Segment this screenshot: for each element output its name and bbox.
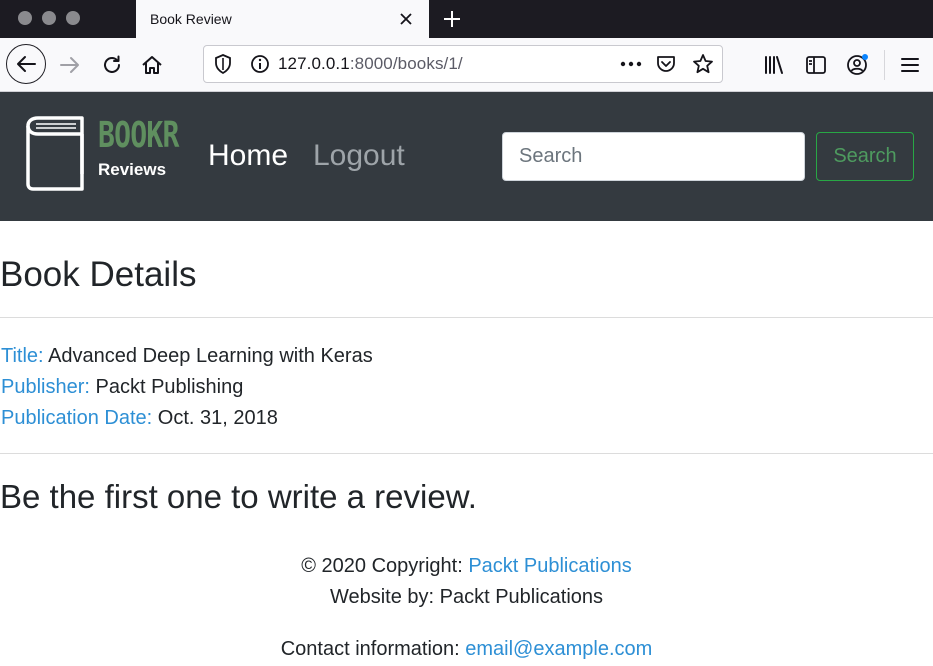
detail-value: Oct. 31, 2018 — [157, 407, 278, 429]
copyright-line: © 2020 Copyright: Packt Publications — [0, 551, 933, 582]
detail-row-publication-date: Publication Date: Oct. 31, 2018 — [1, 403, 373, 434]
brand[interactable]: BOOKR Reviews — [20, 116, 201, 197]
contact-line: Contact information: email@example.com — [0, 634, 933, 665]
detail-label: Publisher: — [1, 376, 90, 398]
site-header: BOOKR Reviews Home Logout Search — [0, 92, 933, 221]
pocket-icon[interactable] — [656, 54, 676, 74]
maximize-window-button[interactable] — [66, 11, 80, 25]
home-icon[interactable] — [134, 47, 170, 83]
forward-arrow-icon[interactable] — [52, 47, 88, 83]
site-footer: © 2020 Copyright: Packt Publications Web… — [0, 551, 933, 665]
browser-tab-strip: Book Review — [0, 0, 933, 38]
no-reviews-message: Be the first one to write a review. — [0, 478, 477, 515]
book-logo-icon — [20, 116, 86, 197]
url-path: :8000/books/1/ — [349, 54, 463, 73]
menu-icon[interactable] — [892, 47, 928, 83]
sidebar-icon[interactable] — [798, 47, 834, 83]
close-tab-icon[interactable] — [391, 4, 421, 34]
window-controls — [18, 11, 80, 25]
detail-row-title: Title: Advanced Deep Learning with Keras — [1, 341, 373, 372]
browser-tab[interactable]: Book Review — [136, 0, 429, 38]
bookmark-star-icon[interactable] — [692, 53, 714, 75]
new-tab-icon[interactable] — [437, 4, 467, 34]
detail-label: Title: — [1, 345, 44, 367]
book-details: Title: Advanced Deep Learning with Keras… — [1, 341, 373, 434]
account-icon[interactable] — [840, 47, 876, 83]
minimize-window-button[interactable] — [42, 11, 56, 25]
url-bar[interactable]: 127.0.0.1:8000/books/1/ — [203, 45, 723, 83]
url-text[interactable]: 127.0.0.1:8000/books/1/ — [278, 54, 620, 74]
tab-title: Book Review — [150, 11, 232, 27]
back-arrow-icon[interactable] — [6, 44, 46, 84]
library-icon[interactable] — [756, 47, 792, 83]
contact-text: Contact information: — [280, 638, 466, 660]
divider — [0, 453, 933, 454]
url-host: 127.0.0.1 — [278, 54, 350, 73]
copyright-text: © 2020 Copyright: — [301, 555, 469, 577]
tracking-shield-icon[interactable] — [214, 54, 232, 74]
search-input[interactable] — [502, 132, 805, 181]
browser-toolbar: 127.0.0.1:8000/books/1/ — [0, 38, 933, 92]
contact-email-link[interactable]: email@example.com — [465, 638, 652, 660]
divider — [0, 317, 933, 318]
page-actions-icon[interactable] — [620, 61, 642, 67]
page-title: Book Details — [0, 255, 197, 294]
site-info-icon[interactable] — [250, 54, 270, 74]
detail-row-publisher: Publisher: Packt Publishing — [1, 372, 373, 403]
website-by-text: Website by: Packt Publications — [329, 586, 604, 608]
detail-label: Publication Date: — [1, 407, 153, 429]
detail-value: Packt Publishing — [95, 376, 244, 398]
search-button[interactable]: Search — [816, 132, 914, 181]
nav-logout-link[interactable]: Logout — [313, 139, 405, 173]
detail-value: Advanced Deep Learning with Keras — [48, 345, 373, 367]
brand-subtitle: Reviews — [98, 160, 167, 179]
toolbar-separator — [884, 50, 885, 80]
nav-home-link[interactable]: Home — [208, 139, 288, 173]
close-window-button[interactable] — [18, 11, 32, 25]
copyright-link[interactable]: Packt Publications — [468, 555, 631, 577]
reload-icon[interactable] — [94, 47, 130, 83]
brand-name: BOOKR — [98, 115, 179, 156]
